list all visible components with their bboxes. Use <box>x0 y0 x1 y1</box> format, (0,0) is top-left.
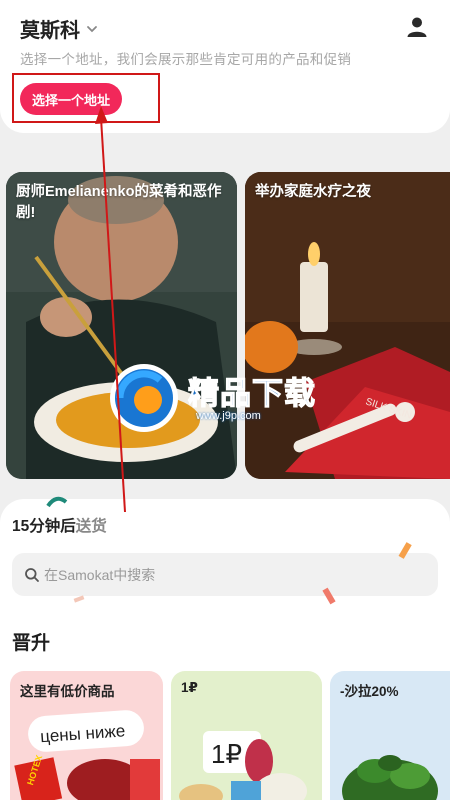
delivery-time: 15分钟后送货 <box>12 514 107 536</box>
promo-title: 1₽ <box>181 680 198 695</box>
select-address-button[interactable]: 选择一个地址 <box>20 83 122 115</box>
city-name: 莫斯科 <box>20 20 80 42</box>
confetti-decoration <box>322 587 336 605</box>
confetti-decoration <box>398 542 412 559</box>
story-title: 举办家庭水疗之夜 <box>255 184 371 200</box>
watermark: 精品下载 www.j9p.com <box>100 362 316 434</box>
promo-card-low-price[interactable]: цены ниже HOTEX 这里有低价商品 <box>10 671 163 800</box>
user-icon[interactable] <box>406 16 428 38</box>
header-card: 莫斯科 选择一个地址，我们会展示那些肯定可用的产品和促销 选择一个地址 <box>0 0 450 133</box>
main-sheet: 15分钟后送货 在Samokat中搜索 晋升 цены ниже HOTEX 这… <box>0 499 450 800</box>
promo-sticker: 1₽ <box>211 739 242 769</box>
address-hint: 选择一个地址，我们会展示那些肯定可用的产品和促销 <box>20 52 352 67</box>
chevron-down-icon <box>87 25 97 32</box>
confetti-decoration <box>46 496 68 508</box>
story-title: 厨师Emelianenko的菜肴和恶作剧! <box>16 184 222 221</box>
city-selector[interactable]: 莫斯科 <box>20 14 98 43</box>
search-placeholder: 在Samokat中搜索 <box>44 566 156 583</box>
delivery-time-suffix: 送货 <box>75 518 107 535</box>
search-input[interactable]: 在Samokat中搜索 <box>12 553 438 596</box>
delivery-time-prefix: 15分钟后 <box>12 518 76 535</box>
watermark-text: 精品下载 <box>187 375 316 411</box>
promo-card-salad[interactable]: -沙拉20% <box>330 671 450 800</box>
promo-title: -沙拉20% <box>340 684 399 699</box>
watermark-url: www.j9p.com <box>196 410 261 422</box>
promo-card-one-ruble[interactable]: 1₽ 1₽ <box>171 671 322 800</box>
section-title-promotions: 晋升 <box>12 633 51 654</box>
promo-title: 这里有低价商品 <box>20 684 115 699</box>
search-icon <box>25 567 39 582</box>
confetti-decoration <box>73 595 85 603</box>
watermark-logo <box>110 364 178 432</box>
